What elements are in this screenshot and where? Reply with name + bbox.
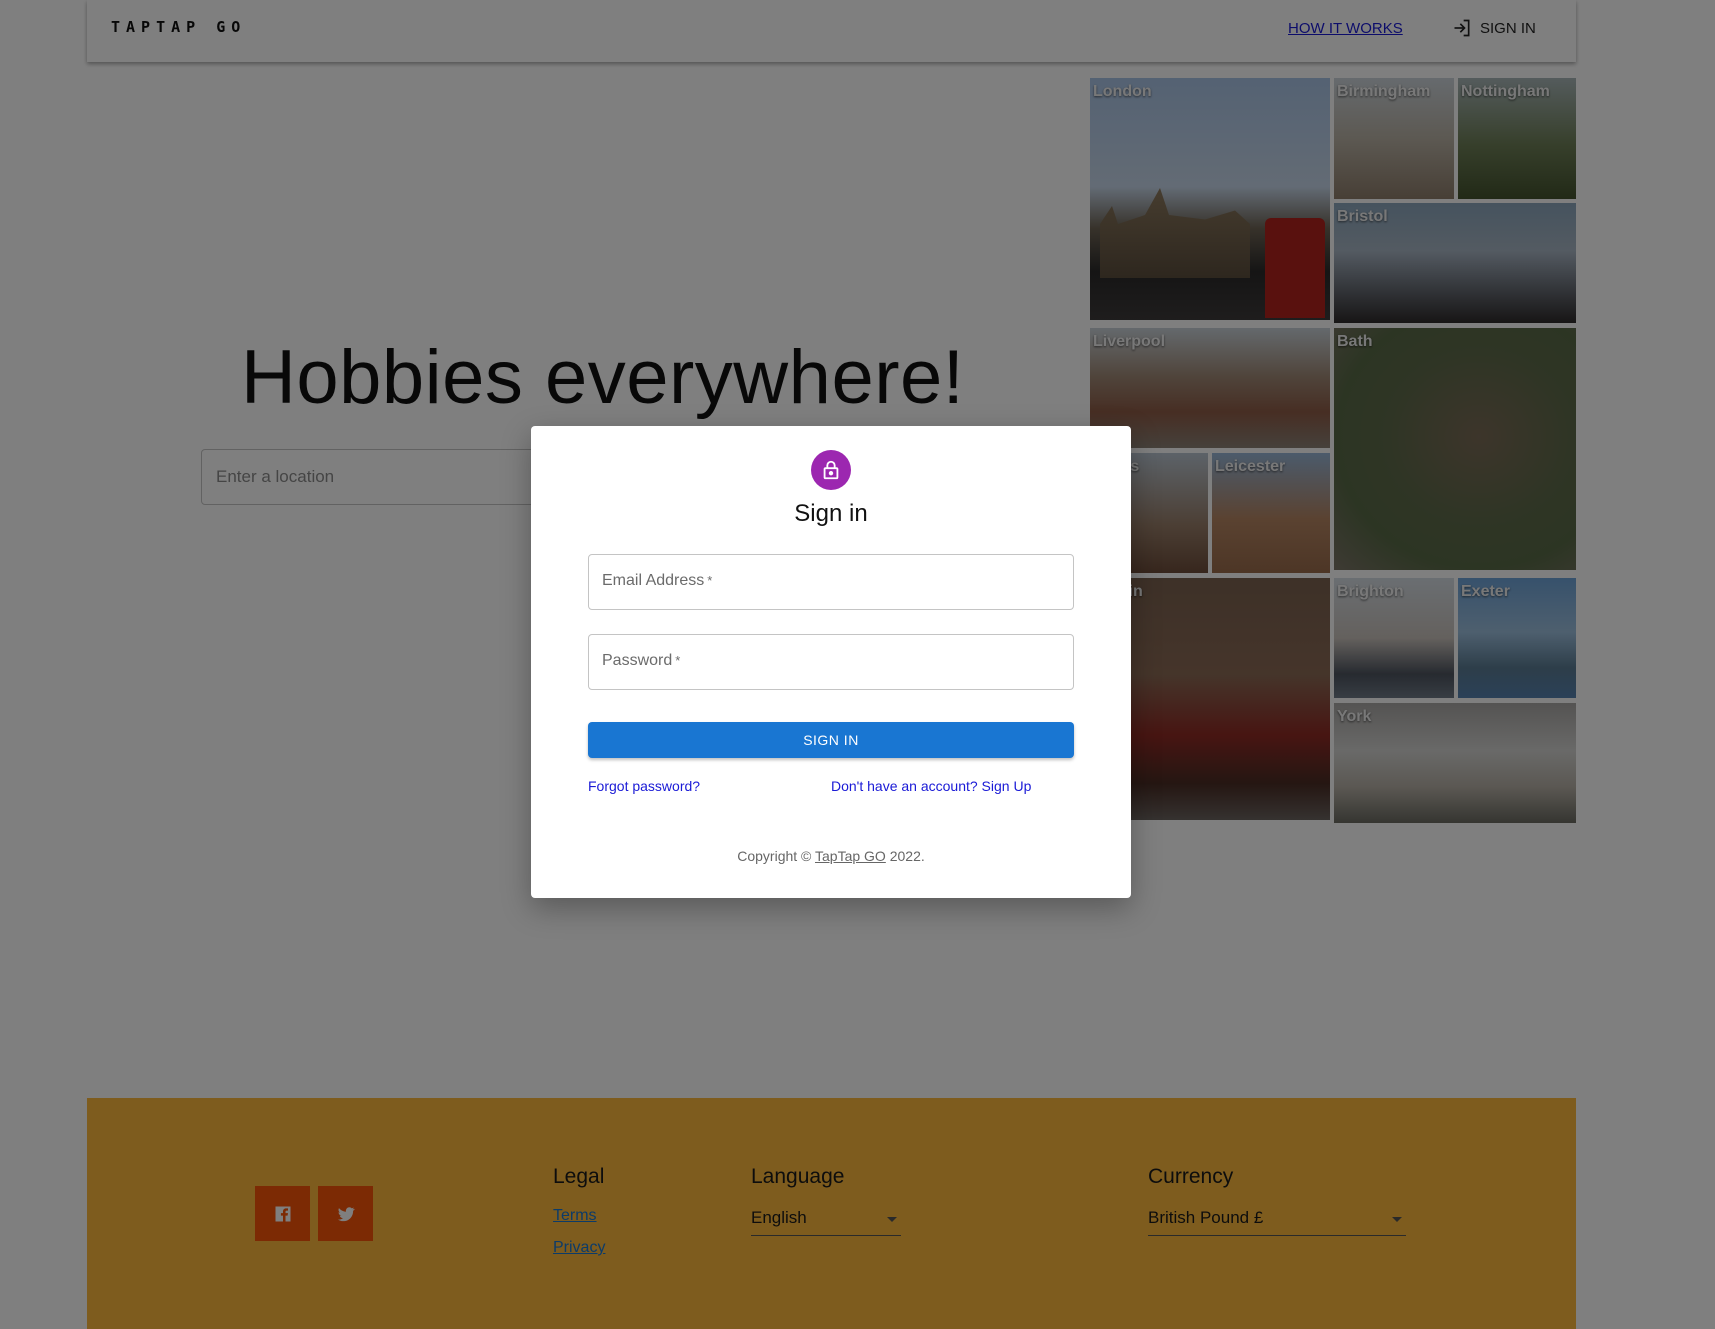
password-field[interactable]: Password *	[588, 634, 1074, 690]
dialog-title: Sign in	[794, 500, 868, 527]
lock-avatar	[811, 450, 851, 490]
sign-in-submit-button[interactable]: SIGN IN	[588, 722, 1074, 758]
sign-in-dialog: Sign in Email Address * Password * SIGN IN…	[531, 426, 1131, 898]
sign-up-link[interactable]: Don't have an account? Sign Up	[831, 778, 1031, 794]
lock-icon	[823, 460, 839, 480]
email-field-label: Email Address *	[602, 572, 713, 589]
password-field-label: Password *	[602, 652, 681, 669]
copyright-text: Copyright © TapTap GO 2022.	[737, 848, 925, 864]
email-field[interactable]: Email Address *	[588, 554, 1074, 610]
copyright-brand-link[interactable]: TapTap GO	[815, 848, 886, 864]
forgot-password-link[interactable]: Forgot password?	[588, 778, 700, 794]
